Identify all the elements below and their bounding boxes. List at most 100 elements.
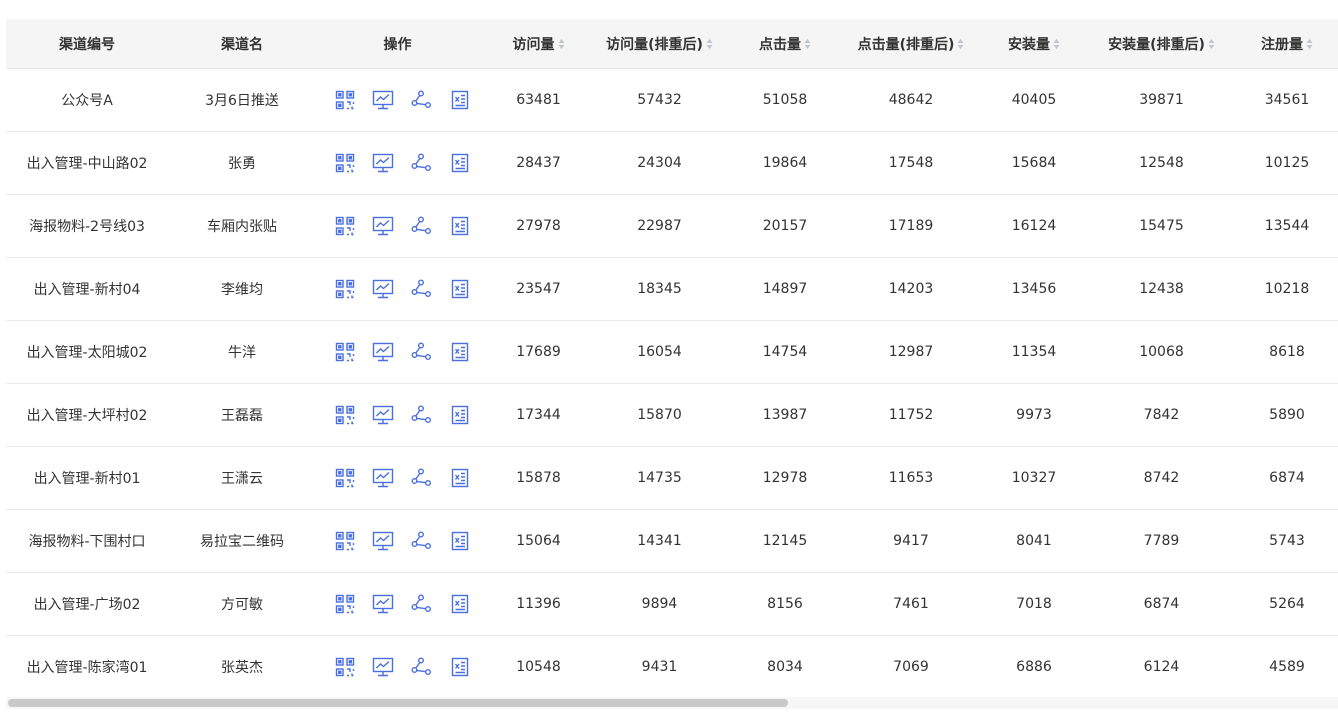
export-excel-icon[interactable] bbox=[441, 530, 479, 552]
row-operations bbox=[316, 257, 479, 321]
share-icon[interactable] bbox=[403, 530, 441, 552]
column-header-9[interactable]: 注册量 bbox=[1228, 19, 1338, 69]
qrcode-icon[interactable] bbox=[326, 341, 364, 363]
column-header-label: 安装量 bbox=[1008, 36, 1050, 53]
column-header-8[interactable]: 安装量(排重后) bbox=[1095, 19, 1228, 69]
cell-clicks-dedup: 7461 bbox=[849, 572, 973, 636]
cell-installs: 6886 bbox=[973, 635, 1095, 699]
cell-visits-dedup: 24304 bbox=[598, 131, 721, 195]
qrcode-icon[interactable] bbox=[326, 404, 364, 426]
cell-registrations: 5890 bbox=[1228, 383, 1338, 447]
cell-installs-dedup: 10068 bbox=[1095, 320, 1228, 384]
share-icon[interactable] bbox=[403, 404, 441, 426]
cell-clicks-dedup: 11752 bbox=[849, 383, 973, 447]
cell-visits-dedup: 14735 bbox=[598, 446, 721, 510]
cell-clicks-dedup: 48642 bbox=[849, 68, 973, 132]
cell-installs: 10327 bbox=[973, 446, 1095, 510]
export-excel-icon[interactable] bbox=[441, 215, 479, 237]
column-header-5[interactable]: 点击量 bbox=[721, 19, 849, 69]
cell-code: 出入管理-新村01 bbox=[6, 446, 168, 510]
column-header-4[interactable]: 访问量(排重后) bbox=[598, 19, 721, 69]
cell-installs-dedup: 7789 bbox=[1095, 509, 1228, 573]
row-operations bbox=[316, 446, 479, 510]
cell-name: 易拉宝二维码 bbox=[168, 509, 316, 573]
cell-clicks: 8156 bbox=[721, 572, 849, 636]
export-excel-icon[interactable] bbox=[441, 404, 479, 426]
cell-clicks: 14754 bbox=[721, 320, 849, 384]
column-header-6[interactable]: 点击量(排重后) bbox=[849, 19, 973, 69]
chart-icon[interactable] bbox=[364, 530, 402, 552]
chart-icon[interactable] bbox=[364, 215, 402, 237]
qrcode-icon[interactable] bbox=[326, 152, 364, 174]
share-icon[interactable] bbox=[403, 656, 441, 678]
sort-caret-icon[interactable] bbox=[1053, 38, 1060, 50]
qrcode-icon[interactable] bbox=[326, 278, 364, 300]
export-excel-icon[interactable] bbox=[441, 278, 479, 300]
column-header-7[interactable]: 安装量 bbox=[973, 19, 1095, 69]
cell-installs-dedup: 6874 bbox=[1095, 572, 1228, 636]
export-excel-icon[interactable] bbox=[441, 152, 479, 174]
qrcode-icon[interactable] bbox=[326, 530, 364, 552]
chart-icon[interactable] bbox=[364, 89, 402, 111]
cell-name: 车厢内张贴 bbox=[168, 194, 316, 258]
share-icon[interactable] bbox=[403, 278, 441, 300]
chart-icon[interactable] bbox=[364, 593, 402, 615]
sort-caret-icon[interactable] bbox=[804, 38, 811, 50]
qrcode-icon[interactable] bbox=[326, 89, 364, 111]
share-icon[interactable] bbox=[403, 593, 441, 615]
cell-installs: 11354 bbox=[973, 320, 1095, 384]
sort-caret-icon[interactable] bbox=[1306, 38, 1313, 50]
chart-icon[interactable] bbox=[364, 404, 402, 426]
share-icon[interactable] bbox=[403, 89, 441, 111]
sort-caret-icon[interactable] bbox=[706, 38, 713, 50]
cell-clicks-dedup: 17548 bbox=[849, 131, 973, 195]
chart-icon[interactable] bbox=[364, 467, 402, 489]
cell-visits-dedup: 9431 bbox=[598, 635, 721, 699]
chart-icon[interactable] bbox=[364, 341, 402, 363]
qrcode-icon[interactable] bbox=[326, 593, 364, 615]
sort-caret-icon[interactable] bbox=[1208, 38, 1215, 50]
column-header-3[interactable]: 访问量 bbox=[479, 19, 598, 69]
cell-installs: 8041 bbox=[973, 509, 1095, 573]
table-row: 出入管理-陈家湾01 张英杰 10548 9431 8034 7069 6886 6124 45… bbox=[6, 635, 1338, 699]
chart-icon[interactable] bbox=[364, 278, 402, 300]
qrcode-icon[interactable] bbox=[326, 467, 364, 489]
column-header-label: 渠道名 bbox=[221, 36, 263, 53]
export-excel-icon[interactable] bbox=[441, 467, 479, 489]
column-header-1: 渠道名 bbox=[168, 19, 316, 69]
cell-installs-dedup: 39871 bbox=[1095, 68, 1228, 132]
cell-visits: 27978 bbox=[479, 194, 598, 258]
cell-clicks-dedup: 11653 bbox=[849, 446, 973, 510]
share-icon[interactable] bbox=[403, 467, 441, 489]
sort-caret-icon[interactable] bbox=[957, 38, 964, 50]
cell-clicks: 51058 bbox=[721, 68, 849, 132]
share-icon[interactable] bbox=[403, 215, 441, 237]
cell-registrations: 10125 bbox=[1228, 131, 1338, 195]
qrcode-icon[interactable] bbox=[326, 656, 364, 678]
chart-icon[interactable] bbox=[364, 152, 402, 174]
export-excel-icon[interactable] bbox=[441, 593, 479, 615]
cell-clicks: 20157 bbox=[721, 194, 849, 258]
share-icon[interactable] bbox=[403, 152, 441, 174]
column-header-label: 点击量(排重后) bbox=[857, 36, 955, 53]
export-excel-icon[interactable] bbox=[441, 341, 479, 363]
sort-caret-icon[interactable] bbox=[558, 38, 565, 50]
qrcode-icon[interactable] bbox=[326, 215, 364, 237]
share-icon[interactable] bbox=[403, 341, 441, 363]
cell-code: 海报物料-下围村口 bbox=[6, 509, 168, 573]
column-header-label: 注册量 bbox=[1261, 36, 1303, 53]
cell-installs-dedup: 15475 bbox=[1095, 194, 1228, 258]
cell-visits: 28437 bbox=[479, 131, 598, 195]
cell-name: 李维均 bbox=[168, 257, 316, 321]
row-operations bbox=[316, 509, 479, 573]
cell-visits-dedup: 15870 bbox=[598, 383, 721, 447]
column-header-label: 操作 bbox=[383, 36, 412, 53]
cell-visits: 17689 bbox=[479, 320, 598, 384]
export-excel-icon[interactable] bbox=[441, 89, 479, 111]
cell-name: 3月6日推送 bbox=[168, 68, 316, 132]
cell-visits: 15878 bbox=[479, 446, 598, 510]
horizontal-scrollbar-thumb[interactable] bbox=[8, 699, 788, 707]
chart-icon[interactable] bbox=[364, 656, 402, 678]
export-excel-icon[interactable] bbox=[441, 656, 479, 678]
cell-clicks-dedup: 12987 bbox=[849, 320, 973, 384]
